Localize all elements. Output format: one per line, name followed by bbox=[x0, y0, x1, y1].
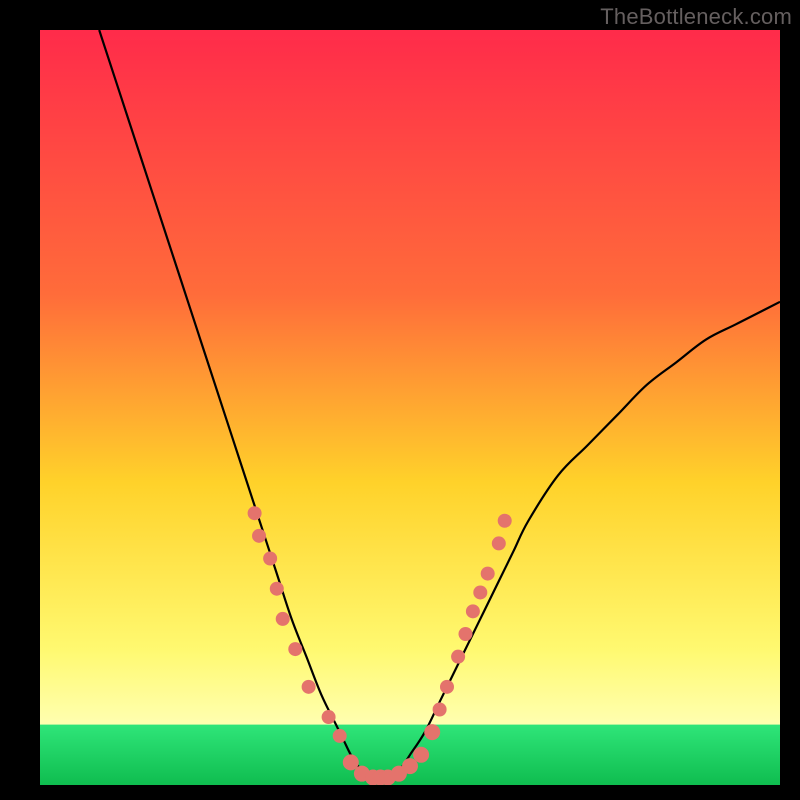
gradient-background bbox=[40, 30, 780, 785]
highlight-dot bbox=[333, 729, 347, 743]
highlight-dot bbox=[302, 680, 316, 694]
highlight-dot bbox=[433, 703, 447, 717]
chart-frame: TheBottleneck.com bbox=[0, 0, 800, 800]
highlight-dot bbox=[252, 529, 266, 543]
highlight-dot bbox=[459, 627, 473, 641]
highlight-dot bbox=[413, 747, 429, 763]
highlight-dot bbox=[440, 680, 454, 694]
highlight-dot bbox=[451, 650, 465, 664]
highlight-dot bbox=[492, 536, 506, 550]
highlight-dot bbox=[322, 710, 336, 724]
highlight-dot bbox=[481, 567, 495, 581]
highlight-dot bbox=[263, 552, 277, 566]
watermark-text: TheBottleneck.com bbox=[600, 4, 792, 30]
highlight-dot bbox=[270, 582, 284, 596]
highlight-dot bbox=[288, 642, 302, 656]
highlight-dot bbox=[424, 724, 440, 740]
chart-svg bbox=[40, 30, 780, 785]
highlight-dot bbox=[248, 506, 262, 520]
highlight-dot bbox=[276, 612, 290, 626]
highlight-dot bbox=[498, 514, 512, 528]
highlight-dot bbox=[466, 604, 480, 618]
highlight-dot bbox=[473, 585, 487, 599]
plot-area bbox=[40, 30, 780, 785]
